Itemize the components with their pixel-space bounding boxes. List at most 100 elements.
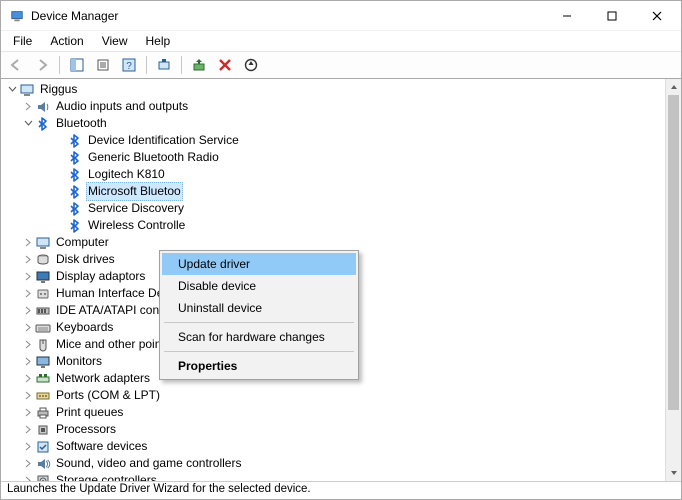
app-icon [9,8,25,24]
display-icon [35,269,51,285]
tree-node-label: Software devices [54,438,149,455]
titlebar: Device Manager [1,1,681,31]
tree-category[interactable]: Processors [5,421,665,438]
computer-icon [35,235,51,251]
tree-node-label: Wireless Controlle [86,217,187,234]
tree-node-label: Print queues [54,404,125,421]
chevron-right-icon[interactable] [21,476,35,481]
forward-button[interactable] [31,54,53,76]
tree-node-label: Riggus [38,81,79,98]
disable-button[interactable] [240,54,262,76]
tree-node-label: Generic Bluetooth Radio [86,149,221,166]
ctx-scan-hardware[interactable]: Scan for hardware changes [162,326,356,348]
scroll-track[interactable] [666,95,681,465]
device-manager-window: Device Manager File Action View Help ? [0,0,682,500]
back-button[interactable] [5,54,27,76]
disk-icon [35,252,51,268]
ctx-update-driver[interactable]: Update driver [162,253,356,275]
menubar: File Action View Help [1,31,681,51]
computer-icon [19,82,35,98]
chevron-right-icon[interactable] [21,357,35,366]
menu-action[interactable]: Action [42,32,91,50]
uninstall-button[interactable] [214,54,236,76]
bluetooth-icon [67,150,83,166]
svg-text:?: ? [126,61,132,72]
tree-device[interactable]: Wireless Controlle [5,217,665,234]
tree-device[interactable]: Service Discovery [5,200,665,217]
scroll-thumb[interactable] [668,95,679,410]
content-area: RiggusAudio inputs and outputsBluetoothD… [1,79,681,481]
tree-node-label: Sound, video and game controllers [54,455,243,472]
hid-icon [35,286,51,302]
close-button[interactable] [634,1,679,30]
tree-category[interactable]: Bluetooth [5,115,665,132]
chevron-right-icon[interactable] [21,306,35,315]
tree-node-label: Keyboards [54,319,115,336]
show-hide-tree-button[interactable] [66,54,88,76]
scroll-up-button[interactable] [666,79,681,95]
context-menu: Update driver Disable device Uninstall d… [159,250,359,380]
tree-node-label: Ports (COM & LPT) [54,387,162,404]
tree-node-label: Computer [54,234,111,251]
tree-root[interactable]: Riggus [5,81,665,98]
software-icon [35,439,51,455]
chevron-right-icon[interactable] [21,323,35,332]
tree-node-label: Network adapters [54,370,152,387]
scroll-down-button[interactable] [666,465,681,481]
tree-device[interactable]: Microsoft Bluetoo [5,183,665,200]
chevron-right-icon[interactable] [21,459,35,468]
ide-icon [35,303,51,319]
chevron-right-icon[interactable] [21,442,35,451]
menu-file[interactable]: File [5,32,40,50]
help-button[interactable]: ? [118,54,140,76]
bluetooth-icon [67,167,83,183]
chevron-right-icon[interactable] [21,238,35,247]
maximize-button[interactable] [589,1,634,30]
chevron-right-icon[interactable] [21,425,35,434]
chevron-down-icon[interactable] [5,85,19,94]
scan-hardware-button[interactable] [153,54,175,76]
bluetooth-icon [67,218,83,234]
status-text: Launches the Update Driver Wizard for th… [7,483,311,495]
chevron-right-icon[interactable] [21,391,35,400]
chevron-right-icon[interactable] [21,255,35,264]
ctx-separator [164,322,354,323]
chevron-right-icon[interactable] [21,289,35,298]
menu-help[interactable]: Help [138,32,179,50]
tree-node-label: Human Interface Dev [54,285,171,302]
chevron-right-icon[interactable] [21,102,35,111]
tree-device[interactable]: Logitech K810 [5,166,665,183]
menu-view[interactable]: View [94,32,136,50]
tree-category[interactable]: Ports (COM & LPT) [5,387,665,404]
tree-category[interactable]: Storage controllers [5,472,665,481]
tree-device[interactable]: Device Identification Service [5,132,665,149]
window-controls [544,1,679,30]
tree-category[interactable]: Sound, video and game controllers [5,455,665,472]
tree-node-label: Audio inputs and outputs [54,98,190,115]
tree-category[interactable]: Computer [5,234,665,251]
tree-node-label: Bluetooth [54,115,109,132]
chevron-right-icon[interactable] [21,408,35,417]
tree-category[interactable]: Audio inputs and outputs [5,98,665,115]
statusbar: Launches the Update Driver Wizard for th… [1,481,681,499]
update-driver-button[interactable] [188,54,210,76]
tree-node-label: Service Discovery [86,200,186,217]
ctx-uninstall-device[interactable]: Uninstall device [162,297,356,319]
chevron-right-icon[interactable] [21,272,35,281]
ctx-properties[interactable]: Properties [162,355,356,377]
tree-node-label: Storage controllers [54,472,159,481]
tree-category[interactable]: Print queues [5,404,665,421]
chevron-right-icon[interactable] [21,374,35,383]
tree-device[interactable]: Generic Bluetooth Radio [5,149,665,166]
chevron-down-icon[interactable] [21,119,35,128]
chevron-right-icon[interactable] [21,340,35,349]
tree-node-label: Disk drives [54,251,117,268]
tree-category[interactable]: Software devices [5,438,665,455]
properties-button[interactable] [92,54,114,76]
print-icon [35,405,51,421]
minimize-button[interactable] [544,1,589,30]
storage-icon [35,473,51,482]
ctx-disable-device[interactable]: Disable device [162,275,356,297]
vertical-scrollbar[interactable] [665,79,681,481]
ctx-separator [164,351,354,352]
